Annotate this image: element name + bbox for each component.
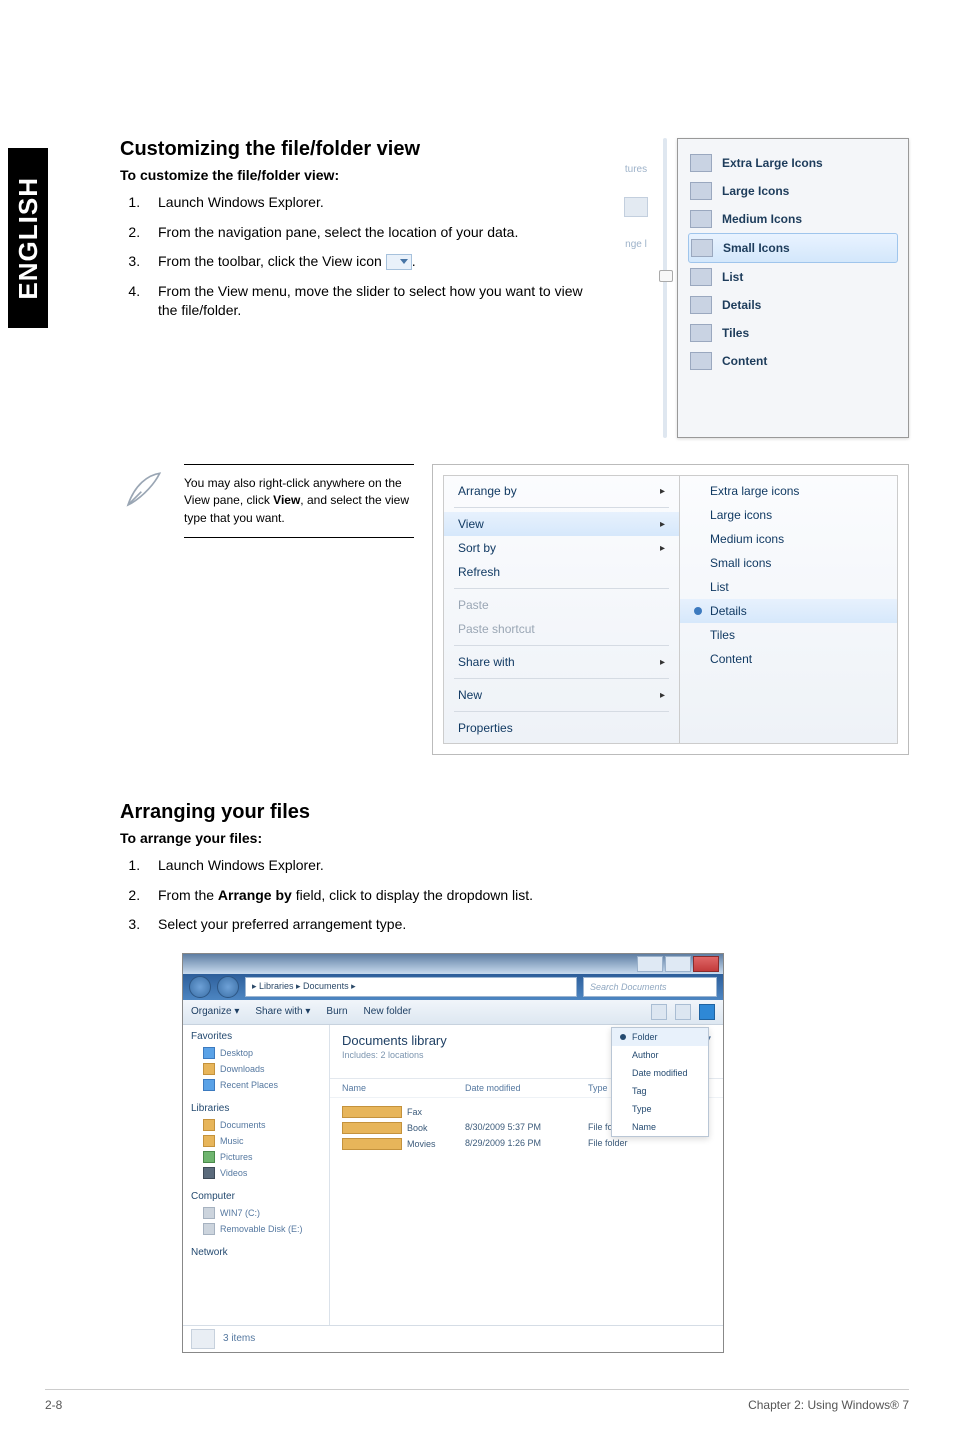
ctx-view[interactable]: View▸ [444,512,679,536]
arrange-opt-tag[interactable]: Tag [612,1082,708,1100]
ctx-share-with[interactable]: Share with▸ [444,650,679,674]
nav-localdisk[interactable]: WIN7 (C:) [191,1205,321,1221]
sub-tiles[interactable]: Tiles [680,623,897,647]
nav-pane: Favorites Desktop Downloads Recent Place… [183,1025,330,1325]
checkmark-dot-icon [694,607,702,615]
s1-step4: From the View menu, move the slider to s… [144,282,601,321]
ctx-arrange-by[interactable]: Arrange by▸ [444,479,679,503]
nav-videos[interactable]: Videos [191,1165,321,1181]
nav-favorites[interactable]: Favorites [191,1031,321,1042]
ctx-sort-by[interactable]: Sort by▸ [444,536,679,560]
nav-back-button[interactable] [189,976,211,998]
nav-desktop[interactable]: Desktop [191,1045,321,1061]
s1-step1: Launch Windows Explorer. [144,193,601,213]
language-label: ENGLISH [13,177,44,300]
view-option-tiles[interactable]: Tiles [688,319,898,347]
nav-pictures[interactable]: Pictures [191,1149,321,1165]
strip-label-2: nge l [625,239,647,250]
arrange-opt-type[interactable]: Type [612,1100,708,1118]
language-tab: ENGLISH [8,148,48,328]
window-close-button[interactable] [693,956,719,972]
preview-pane-icon[interactable] [675,1004,691,1020]
nav-libraries[interactable]: Libraries [191,1103,321,1114]
nav-computer[interactable]: Computer [191,1191,321,1202]
note-text: You may also right-click anywhere on the… [184,464,414,538]
window-maximize-button[interactable] [665,956,691,972]
s2-step3: Select your preferred arrangement type. [144,915,909,935]
strip-cell-icon [624,197,648,217]
view-icon [386,254,412,270]
s1-step3: From the toolbar, click the View icon . [144,252,601,272]
strip-label-1: tures [625,164,647,175]
toolbar-share[interactable]: Share with ▾ [255,1006,310,1017]
section1-steps: Launch Windows Explorer. From the naviga… [120,193,601,321]
toolbar-organize[interactable]: Organize ▾ [191,1006,239,1017]
s1-step2: From the navigation pane, select the loc… [144,223,601,243]
view-options-panel: tures nge l Extra Large Icons Large Icon… [619,138,909,438]
section1-subheading: To customize the file/folder view: [120,167,601,183]
view-option-small[interactable]: Small Icons [688,233,898,263]
section2-subheading: To arrange your files: [120,830,909,846]
search-input[interactable]: Search Documents [583,977,717,997]
help-icon[interactable] [699,1004,715,1020]
view-button-icon[interactable] [651,1004,667,1020]
window-minimize-button[interactable] [637,956,663,972]
address-bar[interactable]: ▸ Libraries ▸ Documents ▸ [245,977,577,997]
status-bar: 3 items [183,1325,723,1352]
ctx-refresh[interactable]: Refresh [444,560,679,584]
arrange-opt-author[interactable]: Author [612,1046,708,1064]
context-menu-panel: Arrange by▸ View▸ Sort by▸ Refresh Paste… [432,464,909,755]
s2-step1: Launch Windows Explorer. [144,856,909,876]
status-thumb-icon [191,1329,215,1349]
nav-network[interactable]: Network [191,1247,321,1258]
page-number: 2-8 [45,1398,62,1412]
note-feather-icon [120,464,166,510]
view-option-content[interactable]: Content [688,347,898,375]
ctx-paste-shortcut: Paste shortcut [444,617,679,641]
sub-small[interactable]: Small icons [680,551,897,575]
view-option-large[interactable]: Large Icons [688,177,898,205]
s2-step2: From the Arrange by field, click to disp… [144,886,909,906]
view-option-extra-large[interactable]: Extra Large Icons [688,149,898,177]
toolbar-newfolder[interactable]: New folder [364,1006,412,1017]
arrange-opt-folder[interactable]: Folder [612,1028,708,1046]
context-menu: Arrange by▸ View▸ Sort by▸ Refresh Paste… [443,475,680,744]
sub-extra-large[interactable]: Extra large icons [680,479,897,503]
chapter-label: Chapter 2: Using Windows® 7 [748,1398,909,1412]
status-text: 3 items [223,1333,255,1344]
slider-knob[interactable] [659,270,673,282]
nav-downloads[interactable]: Downloads [191,1061,321,1077]
ctx-properties[interactable]: Properties [444,716,679,740]
sub-list[interactable]: List [680,575,897,599]
library-title: Documents library [342,1033,447,1048]
view-option-medium[interactable]: Medium Icons [688,205,898,233]
view-option-details[interactable]: Details [688,291,898,319]
nav-forward-button[interactable] [217,976,239,998]
nav-recent[interactable]: Recent Places [191,1077,321,1093]
view-option-list[interactable]: List [688,263,898,291]
view-submenu: Extra large icons Large icons Medium ico… [679,475,898,744]
ctx-paste: Paste [444,593,679,617]
arrange-opt-datemod[interactable]: Date modified [612,1064,708,1082]
explorer-window: ▸ Libraries ▸ Documents ▸ Search Documen… [182,953,724,1353]
arrange-dropdown: Folder Author Date modified Tag Type Nam… [611,1027,709,1137]
sub-details[interactable]: Details [680,599,897,623]
titlebar [183,954,723,974]
page-footer: 2-8 Chapter 2: Using Windows® 7 [45,1389,909,1412]
arrange-opt-name[interactable]: Name [612,1118,708,1136]
sub-medium[interactable]: Medium icons [680,527,897,551]
ctx-new[interactable]: New▸ [444,683,679,707]
library-subtitle: Includes: 2 locations [342,1050,447,1060]
nav-removable[interactable]: Removable Disk (E:) [191,1221,321,1237]
section1-heading: Customizing the file/folder view [120,138,601,161]
file-row[interactable]: Movies8/29/2009 1:26 PMFile folder [342,1136,711,1152]
nav-music[interactable]: Music [191,1133,321,1149]
sub-large[interactable]: Large icons [680,503,897,527]
nav-documents[interactable]: Documents [191,1117,321,1133]
section2-heading: Arranging your files [120,801,909,824]
view-slider[interactable] [659,138,671,438]
toolbar-burn[interactable]: Burn [326,1006,347,1017]
section2-steps: Launch Windows Explorer. From the Arrang… [120,856,909,935]
sub-content[interactable]: Content [680,647,897,671]
